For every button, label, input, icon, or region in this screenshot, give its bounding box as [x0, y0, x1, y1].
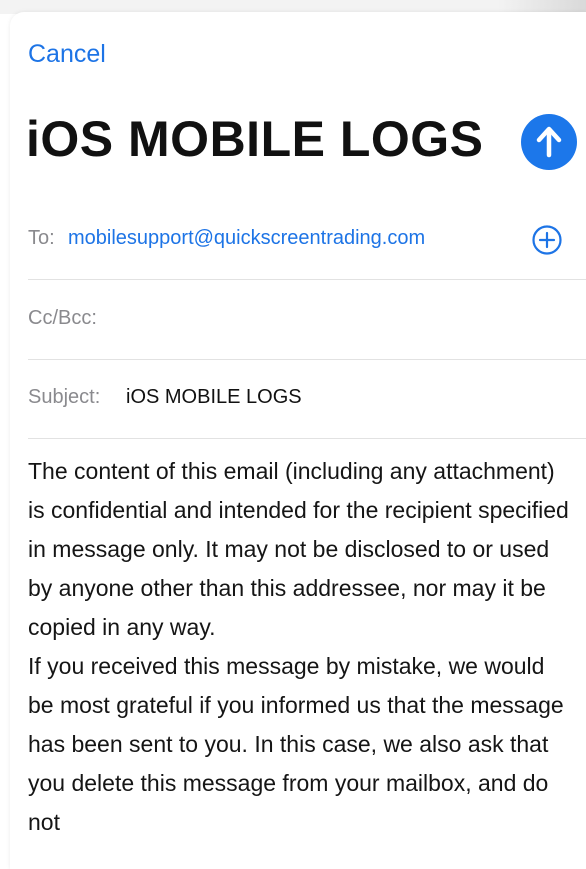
to-field-row[interactable]: To: mobilesupport@quickscreentrading.com	[28, 200, 586, 280]
send-button[interactable]	[521, 114, 577, 170]
to-label: To:	[28, 227, 55, 249]
subject-label: Subject:	[28, 386, 101, 408]
body-paragraph: The content of this email (including any…	[28, 458, 569, 640]
arrow-up-icon	[536, 126, 562, 158]
cc-bcc-field-row[interactable]: Cc/Bcc:	[28, 280, 586, 360]
compose-title: iOS MOBILE LOGS	[26, 111, 484, 167]
plus-circle-icon	[532, 225, 562, 255]
cancel-button[interactable]: Cancel	[28, 40, 106, 69]
message-body[interactable]: The content of this email (including any…	[28, 452, 576, 842]
subject-field-row[interactable]: Subject: iOS MOBILE LOGS	[28, 359, 586, 439]
add-recipient-button[interactable]	[531, 224, 563, 256]
subject-input[interactable]: iOS MOBILE LOGS	[126, 386, 302, 409]
body-paragraph: If you received this message by mistake,…	[28, 653, 564, 835]
recipient-address[interactable]: mobilesupport@quickscreentrading.com	[68, 227, 425, 250]
cc-bcc-label: Cc/Bcc:	[28, 307, 97, 329]
